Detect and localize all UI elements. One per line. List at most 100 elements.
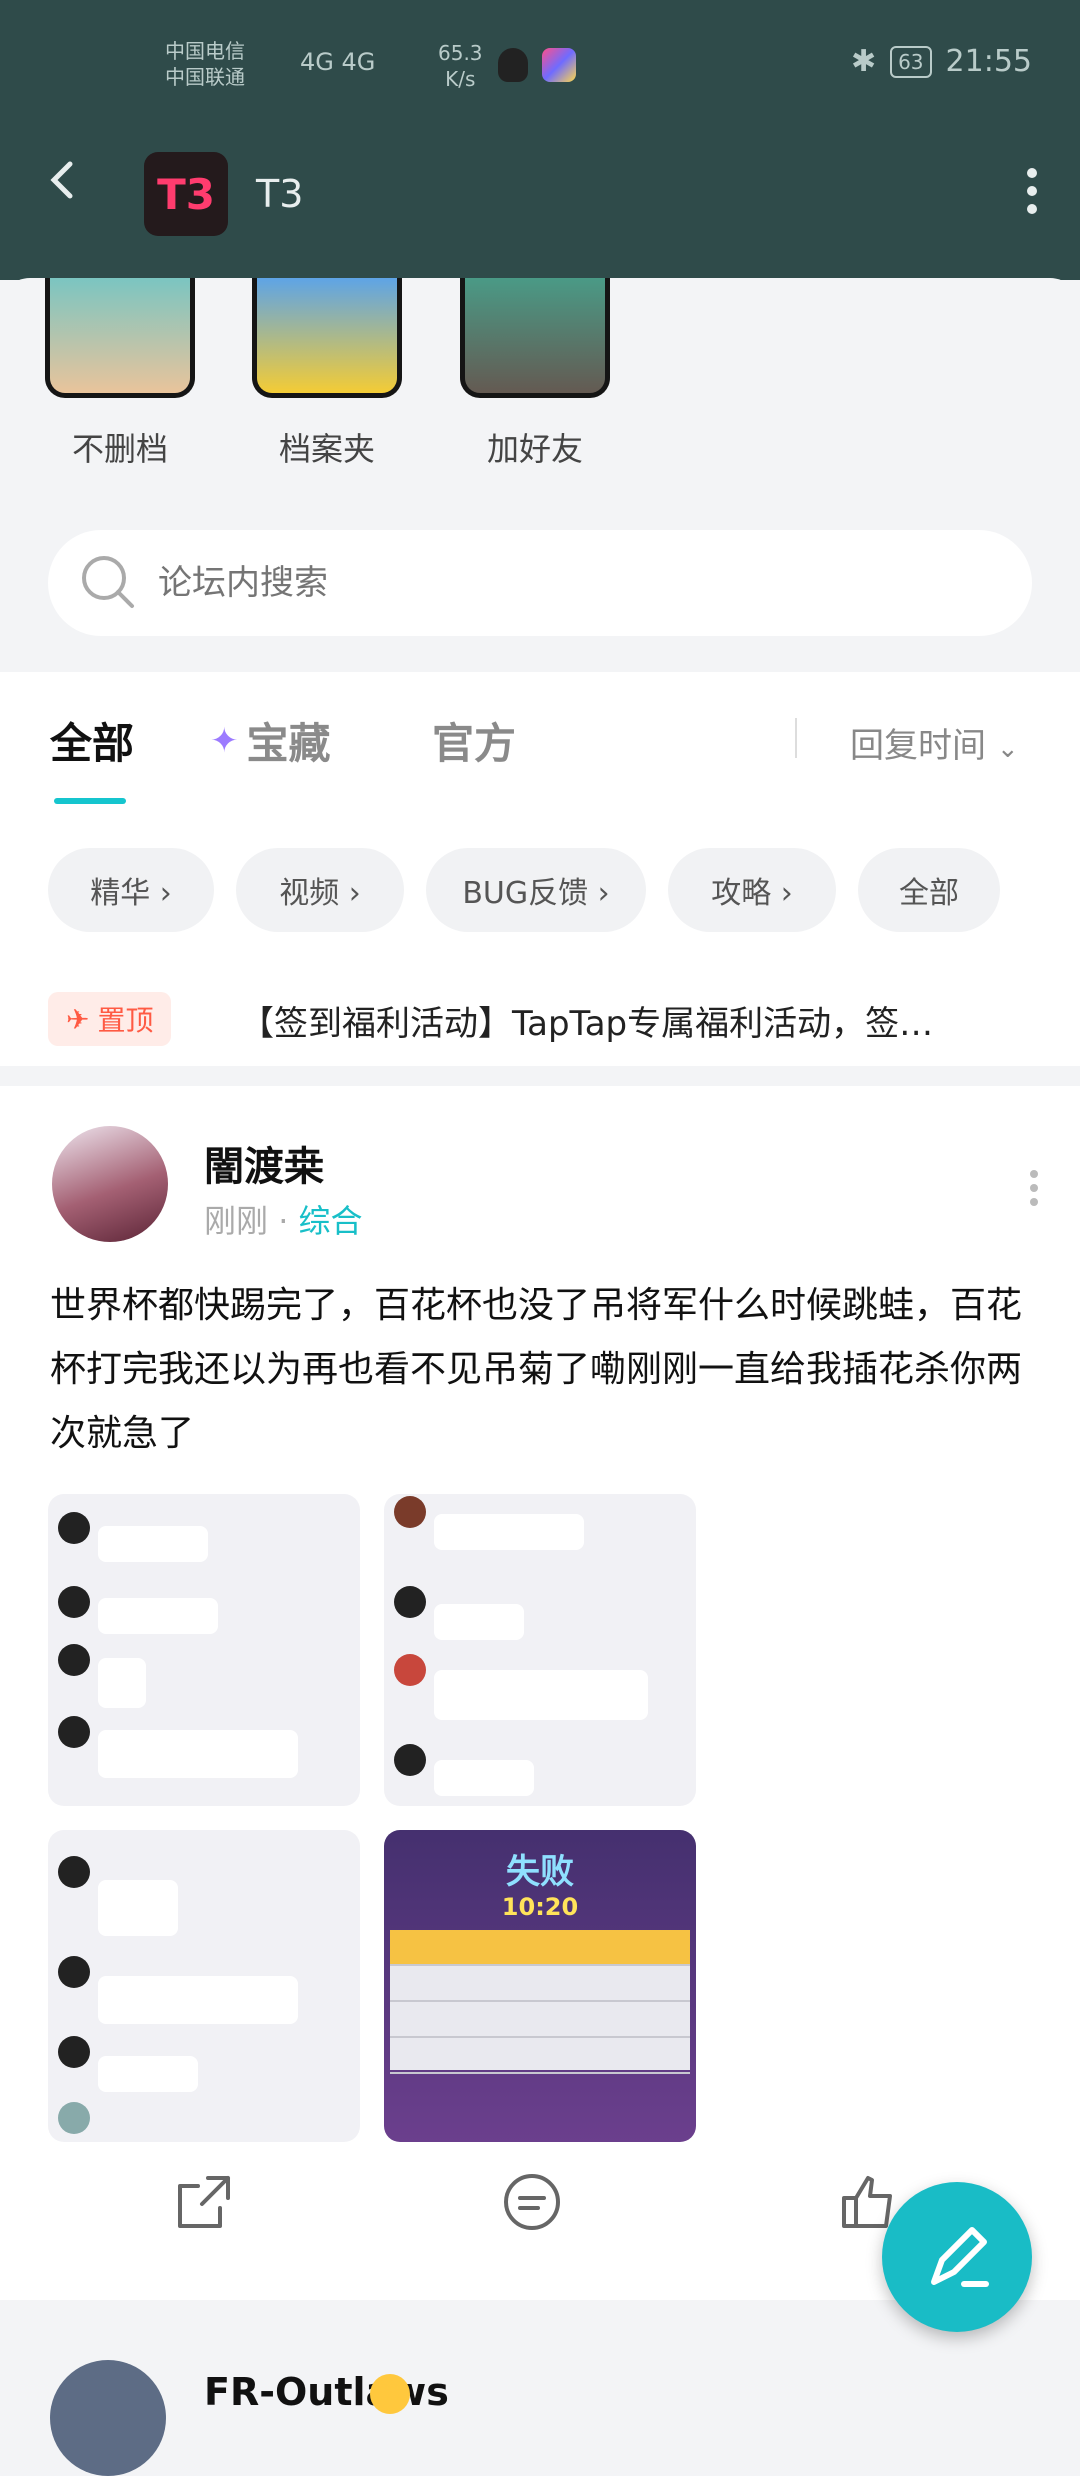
post-image-game-result[interactable]: 失败 10:20 [384,1830,696,2142]
carrier-2: 中国联通 [165,65,245,89]
chat-bubble [434,1670,648,1720]
search-icon [82,556,134,608]
more-menu-button[interactable] [1020,164,1044,224]
pinned-post-title[interactable]: 【签到福利活动】TapTap专属福利活动，签… [240,996,1040,1045]
app-title: T3 [256,172,304,216]
game-result-heading: 失败 10:20 [384,1844,696,1921]
score-row [390,2038,690,2074]
chat-bubble [434,1604,524,1640]
sparkle-icon: ✦ [210,720,239,761]
post-image-chat-3[interactable] [48,1830,360,2142]
scoreboard [390,1930,690,2074]
chat-avatar [58,1644,90,1676]
chip-video[interactable]: 视频 › [236,848,404,932]
dot-icon [1027,186,1037,196]
quick-action-label: 加好友 [486,430,583,468]
chat-avatar [394,1586,426,1618]
post-author[interactable]: FR-Outlaws [204,2370,449,2414]
speed-unit: K/s [445,67,476,91]
character-image [45,278,195,398]
sort-label: 回复时间 [850,726,986,766]
comment-icon[interactable] [500,2170,564,2234]
post-meta: 刚刚 · 综合 [204,1196,363,1242]
chat-avatar [394,1496,426,1528]
sort-dropdown[interactable]: 回复时间 ⌄ [850,718,1019,767]
tab-label: 宝藏 [246,719,331,768]
quick-action-label: 档案夹 [278,430,375,468]
signal-text: 4G 4G [300,48,376,76]
pin-icon: ✈ [66,1002,90,1036]
quick-action-add-friend[interactable]: 加好友 [460,278,610,470]
chat-bubble [98,2056,198,2092]
carrier-1: 中国电信 [165,39,245,63]
chat-avatar [394,1744,426,1776]
pinned-badge: ✈ 置顶 [48,992,172,1046]
chat-bubble [434,1514,584,1550]
chip-guide[interactable]: 攻略 › [668,848,836,932]
game-result: 失败 [506,1852,574,1892]
chat-bubble [98,1598,218,1634]
battery-level: 63 [890,45,932,78]
pinned-badge-label: 置顶 [97,1004,154,1037]
dot-icon [1027,204,1037,214]
avatar[interactable] [52,1126,168,1242]
chat-avatar [58,1856,90,1888]
quick-action-no-delete[interactable]: 不删档 [45,278,195,470]
post-more-button[interactable] [1028,1170,1040,1210]
quick-action-archive[interactable]: 档案夹 [252,278,402,470]
post-image-chat-2[interactable] [384,1494,696,1806]
qq-icon [498,48,528,82]
network-speed: 65.3 K/s [438,40,483,92]
tab-all[interactable]: 全部 [50,710,134,771]
back-button[interactable] [44,160,84,200]
game-time: 10:20 [501,1893,579,1921]
chat-avatar [58,1512,90,1544]
character-image [252,278,402,398]
chat-avatar [394,1654,426,1686]
chat-avatar [58,2036,90,2068]
chat-bubble [434,1760,534,1796]
app-notification-icon [542,48,576,82]
score-row [390,1930,690,1966]
clock: 21:55 [945,44,1032,79]
tab-treasure[interactable]: ✦ 宝藏 [210,710,331,771]
status-app-icons [498,48,576,82]
chat-bubble [98,1880,178,1936]
search-input[interactable] [156,562,920,604]
compose-button[interactable] [882,2182,1032,2332]
bluetooth-icon: ✱ [850,44,877,79]
chevron-down-icon: ⌄ [996,734,1019,764]
app-logo: T3 [144,152,228,236]
divider [795,718,797,758]
post-time: 刚刚 [204,1202,269,1240]
chip-bug-report[interactable]: BUG反馈 › [426,848,646,932]
post-image-chat-1[interactable] [48,1494,360,1806]
chat-bubble [98,1976,298,2024]
separator: · [278,1202,299,1240]
carrier-info: 中国电信 中国联通 [165,38,245,90]
status-right: ✱ 63 21:55 [851,44,1032,79]
pen-icon [931,2227,989,2287]
chip-featured[interactable]: 精华 › [48,848,214,932]
status-bar: 中国电信 中国联通 4G 4G 65.3 K/s ✱ 63 21:55 [0,0,1080,140]
character-image [460,278,610,398]
dot-icon [1030,1170,1038,1178]
avatar[interactable] [50,2360,166,2476]
dot-icon [1030,1198,1038,1206]
post-body[interactable]: 世界杯都快踢完了，百花杯也没了吊将军什么时候跳蛙，百花杯打完我还以为再也看不见吊… [50,1274,1030,1466]
forum-search[interactable] [48,530,1032,636]
user-badge-icon [370,2374,410,2414]
chat-bubble [98,1658,146,1708]
chip-all[interactable]: 全部 [858,848,1000,932]
share-icon[interactable] [172,2170,236,2234]
post-author[interactable]: 闇渡桒 [204,1134,324,1192]
chat-avatar [58,2102,90,2134]
post-category[interactable]: 综合 [299,1202,363,1240]
speed-value: 65.3 [438,41,483,65]
quick-action-label: 不删档 [71,430,168,468]
score-row [390,1966,690,2002]
score-row [390,2002,690,2038]
tab-official[interactable]: 官方 [432,710,516,771]
dot-icon [1030,1184,1038,1192]
chat-bubble [98,1730,298,1778]
